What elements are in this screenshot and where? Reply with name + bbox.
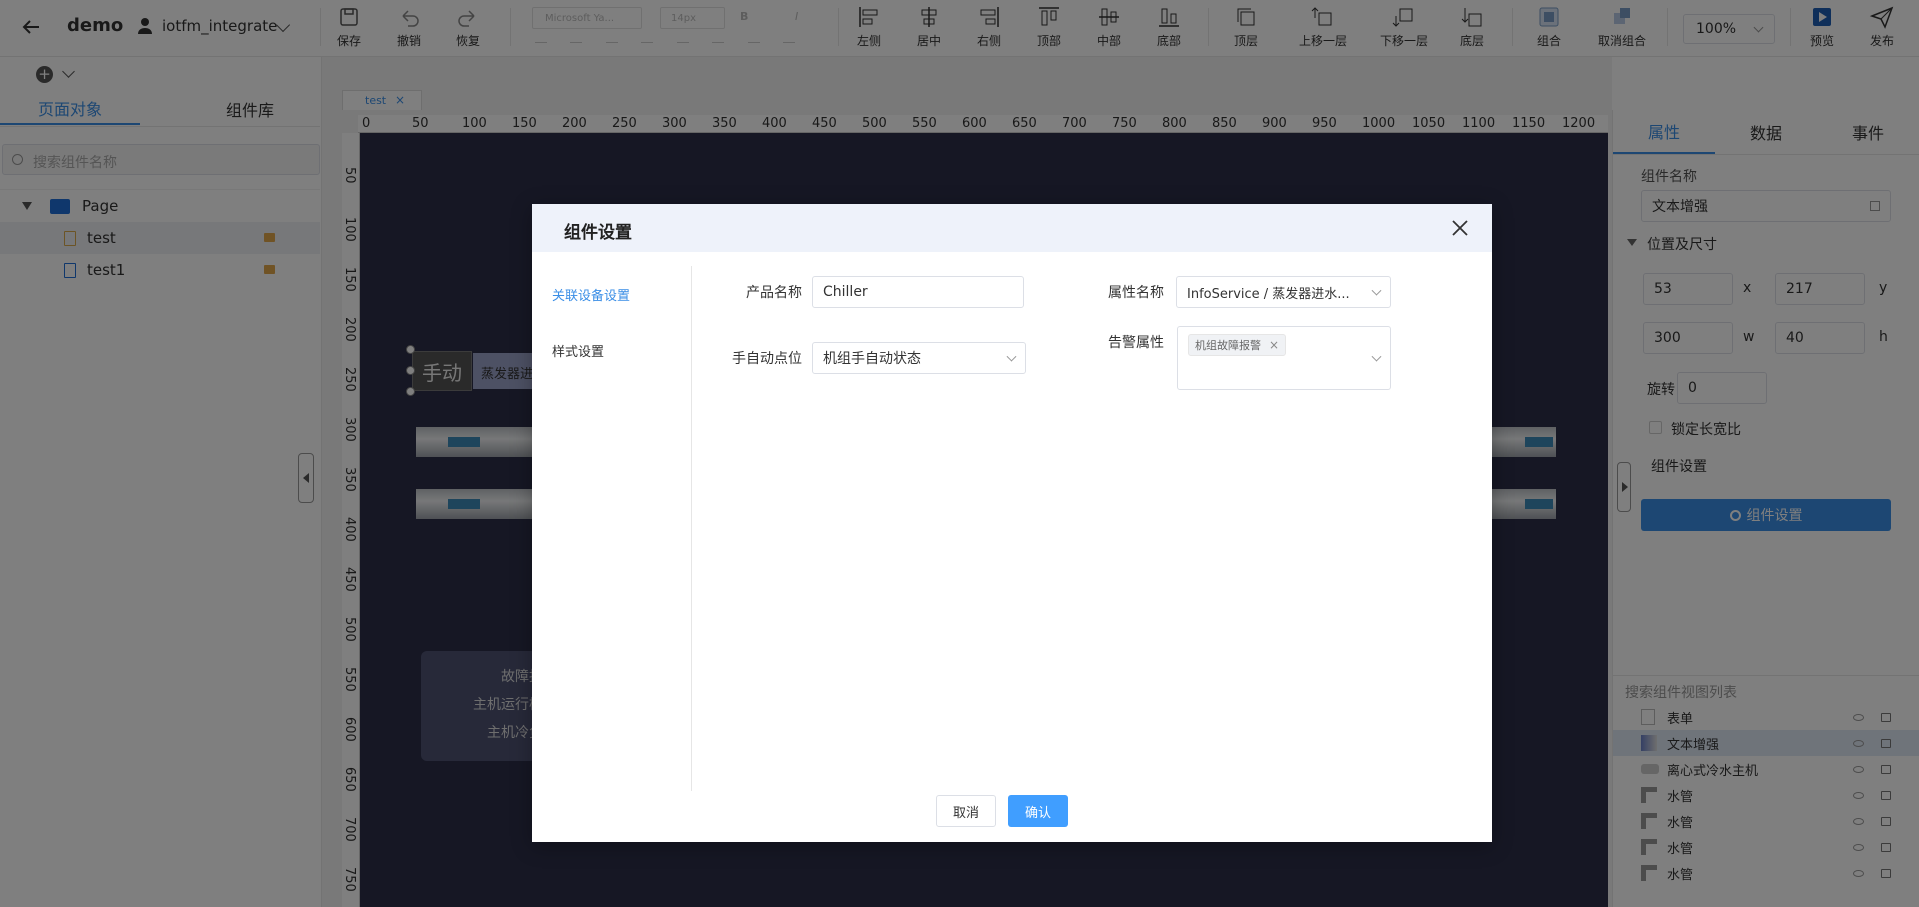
confirm-button[interactable]: 确认	[1008, 795, 1068, 827]
dialog-header: 组件设置	[532, 204, 1492, 252]
component-settings-dialog: 组件设置 关联设备设置 样式设置 产品名称 Chiller 属性名称 InfoS…	[532, 204, 1492, 842]
manual-point-label: 手自动点位	[732, 351, 802, 367]
product-name-label: 产品名称	[746, 285, 802, 301]
nav-device-settings[interactable]: 关联设备设置	[552, 285, 630, 304]
attribute-name-label: 属性名称	[1108, 285, 1164, 301]
manual-point-select[interactable]: 机组手自动状态	[812, 342, 1026, 374]
attribute-name-select[interactable]: InfoService / 蒸发器进水...	[1176, 276, 1391, 308]
alarm-attribute-label: 告警属性	[1108, 335, 1164, 351]
alarm-tag[interactable]: 机组故障报警 ×	[1188, 334, 1287, 356]
alarm-attribute-select[interactable]: 机组故障报警 ×	[1177, 326, 1391, 390]
dialog-title: 组件设置	[564, 223, 632, 243]
cancel-button[interactable]: 取消	[936, 795, 996, 827]
product-name-input[interactable]: Chiller	[812, 276, 1024, 308]
close-icon[interactable]	[1448, 216, 1472, 240]
nav-style-settings[interactable]: 样式设置	[552, 341, 604, 360]
tag-close-icon[interactable]: ×	[1269, 338, 1279, 352]
